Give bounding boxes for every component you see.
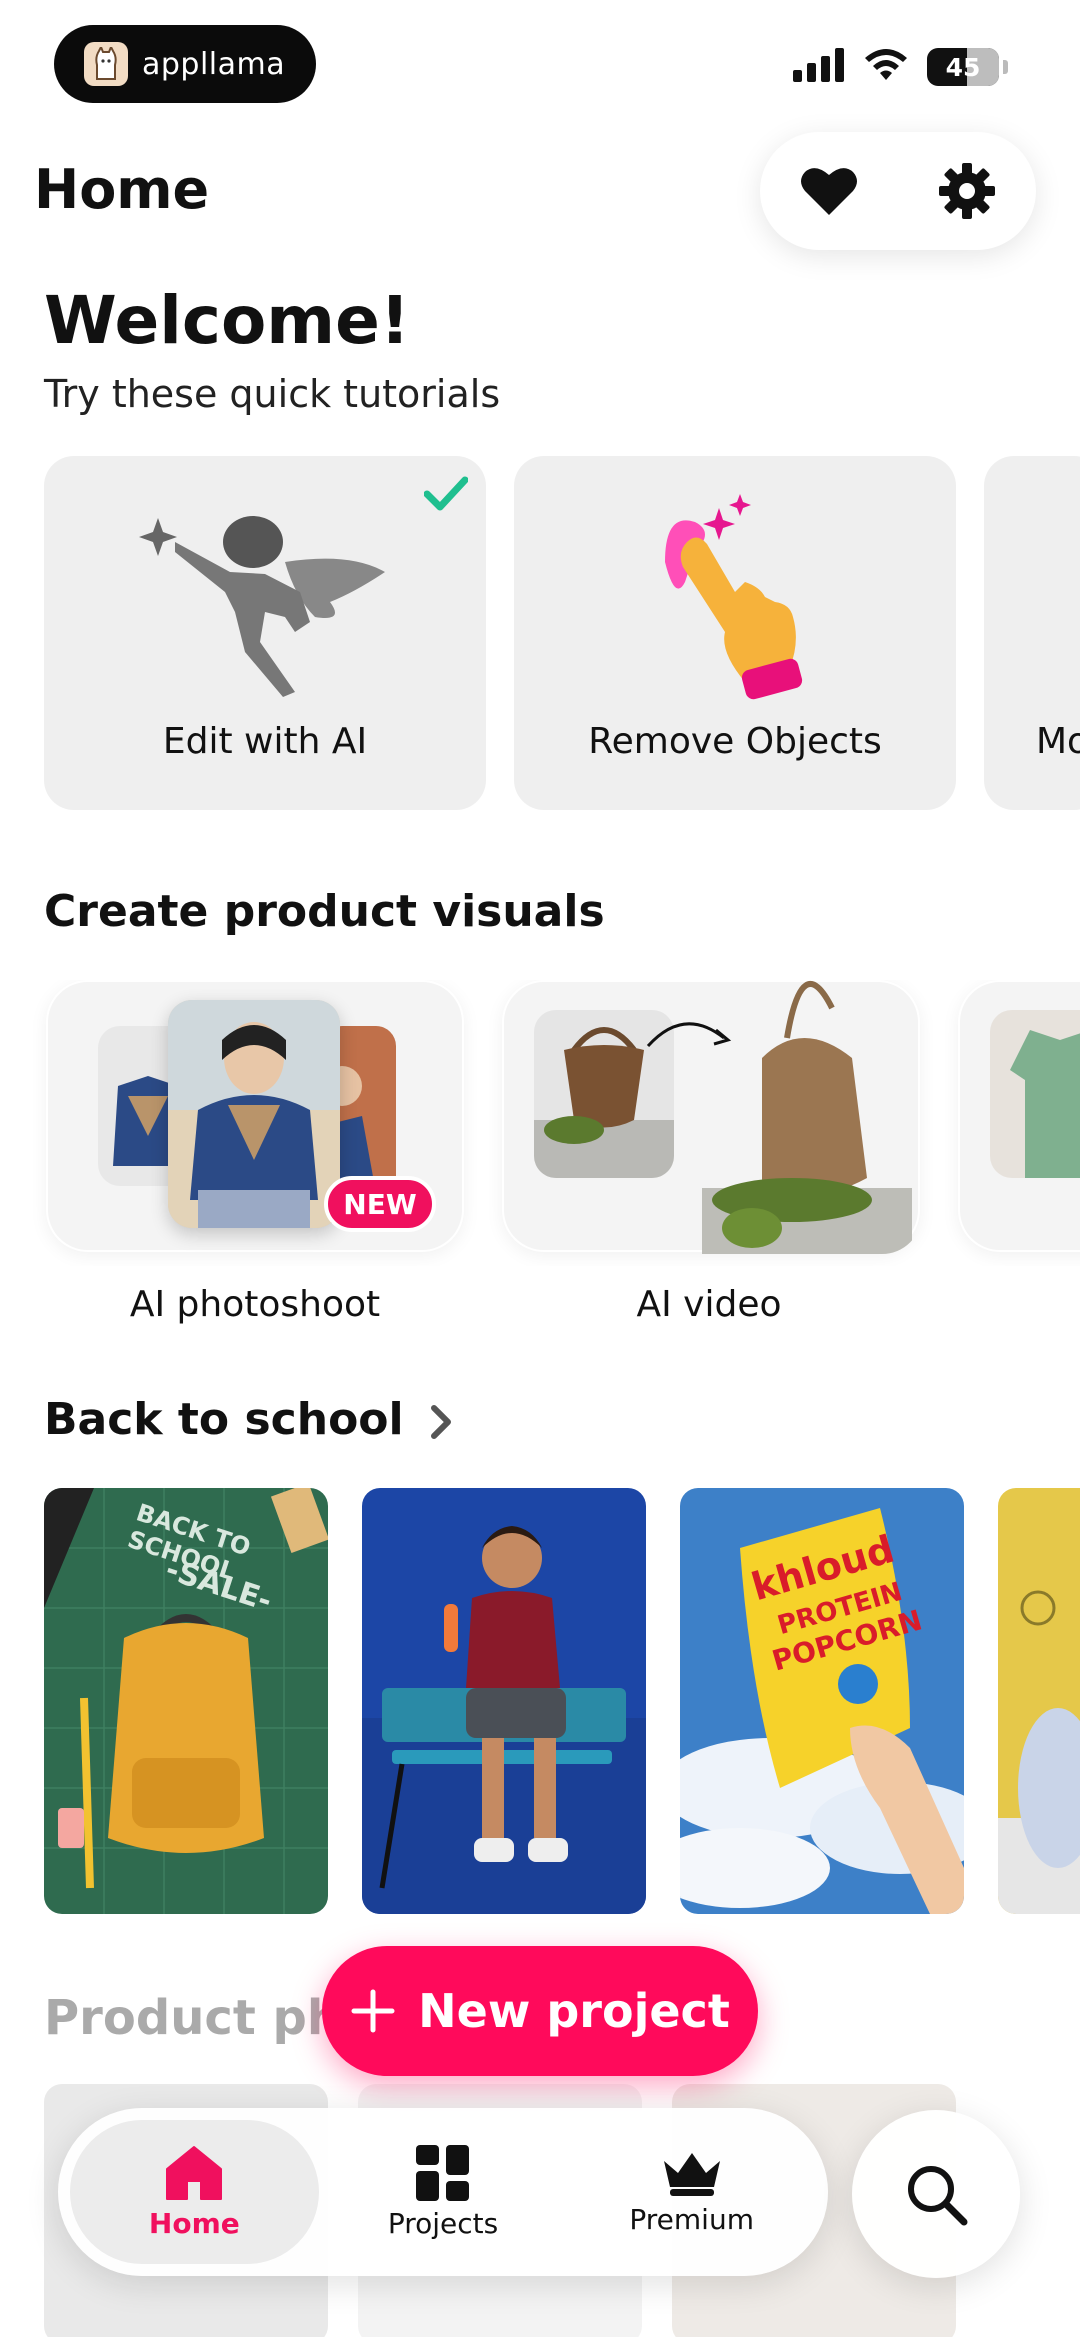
template-popcorn[interactable]: khloud PROTEIN POPCORN [680, 1488, 964, 1914]
new-project-label: New project [418, 1984, 730, 2038]
page-title: Home [34, 158, 210, 221]
header-actions [760, 132, 1036, 250]
llama-logo-icon [84, 42, 128, 86]
ai-video-card[interactable] [502, 980, 922, 1254]
chevron-right-icon [430, 1405, 451, 1439]
heart-icon [801, 168, 857, 215]
template-partial[interactable] [998, 1488, 1080, 1914]
nav-item-projects[interactable]: Projects [319, 2120, 568, 2264]
bag-after-image [692, 980, 922, 1254]
nav-label: Premium [629, 2202, 754, 2236]
status-icons: 45 [793, 48, 1008, 86]
visual-label-ai-photoshoot: AI photoshoot [129, 1284, 381, 1325]
tutorial-card-partial[interactable]: Mo [984, 456, 1080, 810]
search-button[interactable] [852, 2110, 1020, 2278]
settings-button[interactable] [927, 151, 1007, 231]
battery-cap [1003, 60, 1008, 74]
tutorial-label: Remove Objects [588, 721, 882, 762]
tutorial-label: Edit with AI [162, 721, 368, 762]
bottom-nav: Home Projects Premium [58, 2108, 828, 2276]
tutorial-label: Mo [1036, 721, 1080, 762]
welcome-subtitle: Try these quick tutorials [44, 372, 501, 416]
nav-item-premium[interactable]: Premium [567, 2120, 816, 2264]
grid-icon [416, 2144, 469, 2201]
section-title-product-visuals: Create product visuals [44, 886, 605, 937]
nav-item-home[interactable]: Home [70, 2120, 319, 2264]
nav-label: Projects [387, 2206, 499, 2240]
brand-name: appllama [142, 46, 286, 82]
template-backpack[interactable]: BACK TO SCHOOL -SALE- [44, 1488, 328, 1914]
status-bar: appllama 45 [0, 0, 1080, 130]
pointing-hand-icon [665, 494, 803, 700]
search-icon [908, 2166, 968, 2226]
template-student[interactable] [362, 1488, 646, 1914]
section-title-label: Back to school [44, 1394, 404, 1445]
tutorial-card-edit-with-ai[interactable]: Edit with AI [44, 456, 486, 810]
plus-icon [351, 1989, 395, 2033]
battery-level: 45 [945, 52, 981, 82]
brand-pill: appllama [54, 25, 316, 103]
back-to-school-carousel[interactable]: BACK TO SCHOOL -SALE- khloud PROTEIN POP… [0, 1488, 1080, 1916]
signal-icon [793, 48, 845, 86]
welcome-title: Welcome! [44, 282, 410, 359]
visual-card-partial[interactable] [958, 980, 1080, 1252]
crown-icon [663, 2152, 720, 2196]
gear-icon [939, 163, 995, 219]
superhero-flying-icon [139, 516, 385, 697]
clothing-image [990, 1010, 1080, 1178]
wifi-icon [863, 48, 909, 86]
new-badge: NEW [324, 1176, 436, 1232]
section-title-back-to-school[interactable]: Back to school [44, 1394, 453, 1445]
battery-icon: 45 [927, 48, 999, 86]
ai-photoshoot-card[interactable]: NEW [46, 980, 464, 1252]
check-icon [424, 476, 468, 511]
tutorial-card-remove-objects[interactable]: Remove Objects [514, 456, 956, 810]
nav-label: Home [148, 2206, 240, 2240]
favorites-button[interactable] [789, 151, 869, 231]
new-project-button[interactable]: New project [322, 1946, 758, 2076]
home-icon [166, 2145, 223, 2200]
visual-label-ai-video: AI video [636, 1284, 782, 1325]
product-visuals-carousel[interactable]: NEW [0, 980, 1080, 1266]
photoshoot-model-image [168, 1000, 340, 1228]
tutorials-carousel[interactable]: Edit with AI Remove Objects Mo [0, 456, 1080, 812]
